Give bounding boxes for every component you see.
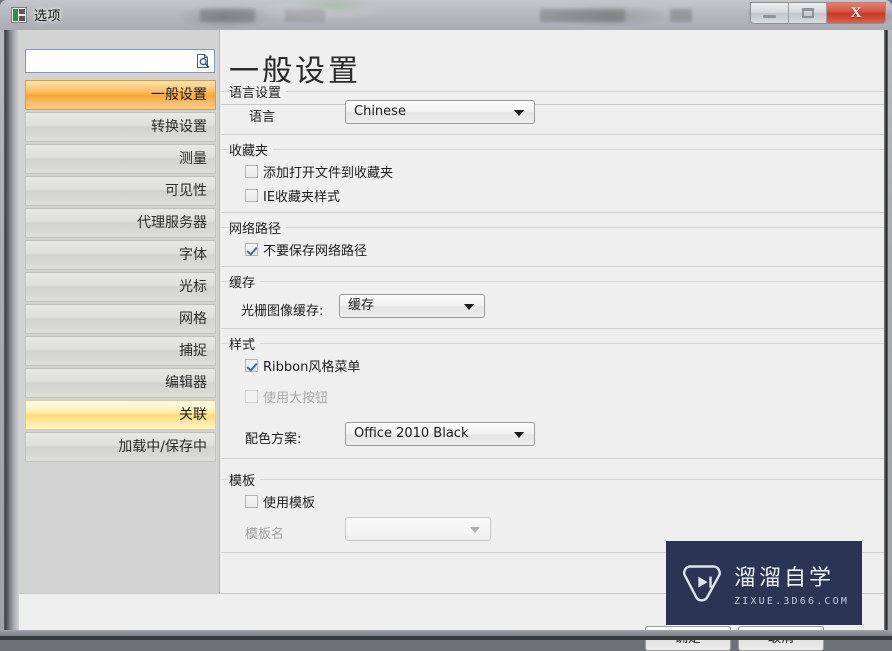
sidebar-item-label: 加载中/保存中 — [118, 439, 207, 455]
template-name-combobox[interactable] — [345, 517, 491, 541]
template-name-label: 模板名 — [245, 527, 285, 542]
checkbox-use-template[interactable] — [245, 495, 258, 508]
sidebar-item-cursor[interactable]: 光标 — [25, 272, 216, 302]
chevron-down-icon — [464, 304, 474, 310]
sidebar-item-label: 转换设置 — [151, 119, 207, 135]
sidebar-item-label: 关联 — [179, 407, 207, 423]
checkbox-ribbon-menu-row[interactable]: Ribbon风格菜单 — [245, 356, 360, 375]
settings-content-pane: 一般设置 语言设置 语言 Chinese 收藏夹 添加打开文件到收藏夹 IE收藏… — [221, 30, 884, 593]
group-rule — [221, 479, 884, 480]
group-bottom-rule — [221, 212, 884, 213]
checkbox-use-big-buttons[interactable] — [245, 390, 258, 403]
raster-image-cache-value: 缓存 — [348, 298, 375, 313]
maximize-button[interactable] — [789, 3, 827, 23]
group-title: 网络路径 — [229, 218, 287, 237]
play-logo-icon — [683, 565, 721, 602]
watermark-title: 溜溜自学 — [734, 565, 835, 591]
group-bottom-rule — [221, 134, 884, 135]
sidebar-item-label: 网格 — [179, 311, 207, 327]
checkbox-use-template-label: 使用模板 — [263, 496, 316, 511]
language-combobox[interactable]: Chinese — [345, 100, 535, 124]
color-scheme-label: 配色方案: — [245, 432, 302, 447]
group-bottom-rule — [221, 266, 884, 267]
sidebar-item-label: 字体 — [179, 247, 207, 263]
sidebar-item-conversion[interactable]: 转换设置 — [25, 112, 216, 142]
sidebar-item-snap[interactable]: 捕捉 — [25, 336, 216, 366]
minimize-icon — [763, 15, 776, 18]
sidebar-item-label: 编辑器 — [165, 375, 207, 391]
group-rule — [221, 281, 884, 282]
sidebar-item-label: 捕捉 — [179, 343, 207, 359]
title-bar: 选项 X — [0, 0, 892, 30]
group-title: 收藏夹 — [229, 140, 274, 159]
group-bottom-rule — [221, 328, 884, 329]
sidebar-item-editor[interactable]: 编辑器 — [25, 368, 216, 398]
search-box[interactable] — [25, 49, 215, 73]
checkbox-use-template-row[interactable]: 使用模板 — [245, 492, 315, 511]
sidebar-item-label: 可见性 — [165, 183, 207, 199]
chevron-down-icon — [514, 432, 524, 438]
checkbox-ribbon-style-menu-label: Ribbon风格菜单 — [263, 360, 361, 375]
checkbox-ie-favorites-style[interactable] — [245, 189, 258, 202]
sidebar-item-load-save[interactable]: 加载中/保存中 — [25, 432, 216, 462]
chevron-down-icon — [514, 110, 524, 116]
checkbox-no-save-network-path-row[interactable]: 不要保存网络路径 — [245, 240, 367, 259]
title-divider — [221, 104, 884, 105]
color-scheme-combobox[interactable]: Office 2010 Black — [345, 422, 535, 446]
group-rule — [221, 149, 884, 150]
sidebar-item-font[interactable]: 字体 — [25, 240, 216, 270]
sidebar-item-grid[interactable]: 网格 — [25, 304, 216, 334]
checkbox-ie-style-row[interactable]: IE收藏夹样式 — [245, 186, 340, 205]
group-title: 缓存 — [229, 272, 261, 291]
sidebar-item-visibility[interactable]: 可见性 — [25, 176, 216, 206]
group-bottom-rule — [221, 458, 884, 459]
window-bottom-border — [0, 636, 892, 640]
close-button[interactable]: X — [827, 3, 885, 23]
window-left-edge — [5, 30, 19, 636]
window-title: 选项 — [34, 8, 62, 23]
group-rule — [221, 91, 884, 92]
group-title: 语言设置 — [229, 82, 287, 101]
checkbox-add-open-file-label: 添加打开文件到收藏夹 — [263, 166, 394, 181]
watermark-overlay: 溜溜自学 ZIXUE.3D66.COM — [666, 541, 862, 625]
watermark-text-group: 溜溜自学 ZIXUE.3D66.COM — [734, 560, 849, 607]
checkbox-add-open-file[interactable] — [245, 165, 258, 178]
sidebar-item-label: 代理服务器 — [137, 215, 207, 231]
sidebar-item-measure[interactable]: 测量 — [25, 144, 216, 174]
checkbox-ribbon-style-menu[interactable] — [245, 359, 258, 372]
sidebar-item-label: 一般设置 — [151, 87, 207, 103]
maximize-icon — [802, 8, 814, 18]
language-label: 语言 — [249, 110, 276, 125]
group-rule — [221, 343, 884, 344]
checkbox-ie-favorites-style-label: IE收藏夹样式 — [263, 190, 341, 205]
search-input[interactable] — [26, 50, 192, 72]
raster-image-cache-combobox[interactable]: 缓存 — [339, 294, 485, 318]
sidebar-nav-list: 一般设置 转换设置 测量 可见性 代理服务器 字体 光标 网格 捕捉 编辑器 关… — [25, 80, 216, 464]
options-dialog-window: 选项 X 一般设置 转换设置 测量 可见性 代理服务器 字体 光标 网格 捕捉 … — [0, 0, 892, 651]
group-rule — [221, 227, 884, 228]
sidebar-item-proxy-server[interactable]: 代理服务器 — [25, 208, 216, 238]
sidebar-item-label: 测量 — [179, 151, 207, 167]
settings-sidebar: 一般设置 转换设置 测量 可见性 代理服务器 字体 光标 网格 捕捉 编辑器 关… — [19, 30, 220, 602]
close-icon: X — [850, 5, 862, 21]
sidebar-item-label: 光标 — [179, 279, 207, 295]
color-scheme-value: Office 2010 Black — [354, 426, 469, 441]
group-title: 样式 — [229, 334, 261, 353]
caption-button-group: X — [750, 2, 886, 24]
sidebar-item-association[interactable]: 关联 — [25, 400, 216, 430]
raster-image-cache-label: 光栅图像缓存: — [241, 304, 324, 319]
search-document-icon[interactable] — [195, 53, 211, 69]
options-icon — [11, 7, 27, 23]
sidebar-item-general[interactable]: 一般设置 — [25, 80, 216, 110]
minimize-button[interactable] — [751, 3, 789, 23]
checkbox-no-save-network-path[interactable] — [245, 243, 258, 256]
language-combobox-value: Chinese — [354, 104, 406, 119]
checkbox-no-save-network-path-label: 不要保存网络路径 — [263, 244, 368, 259]
watermark-subtitle: ZIXUE.3D66.COM — [734, 595, 850, 607]
group-title: 模板 — [229, 470, 261, 489]
checkbox-use-big-buttons-label: 使用大按钮 — [263, 391, 329, 406]
checkbox-big-buttons-row[interactable]: 使用大按钮 — [245, 387, 328, 406]
checkbox-add-open-file-row[interactable]: 添加打开文件到收藏夹 — [245, 162, 393, 181]
chevron-down-icon — [470, 527, 480, 533]
